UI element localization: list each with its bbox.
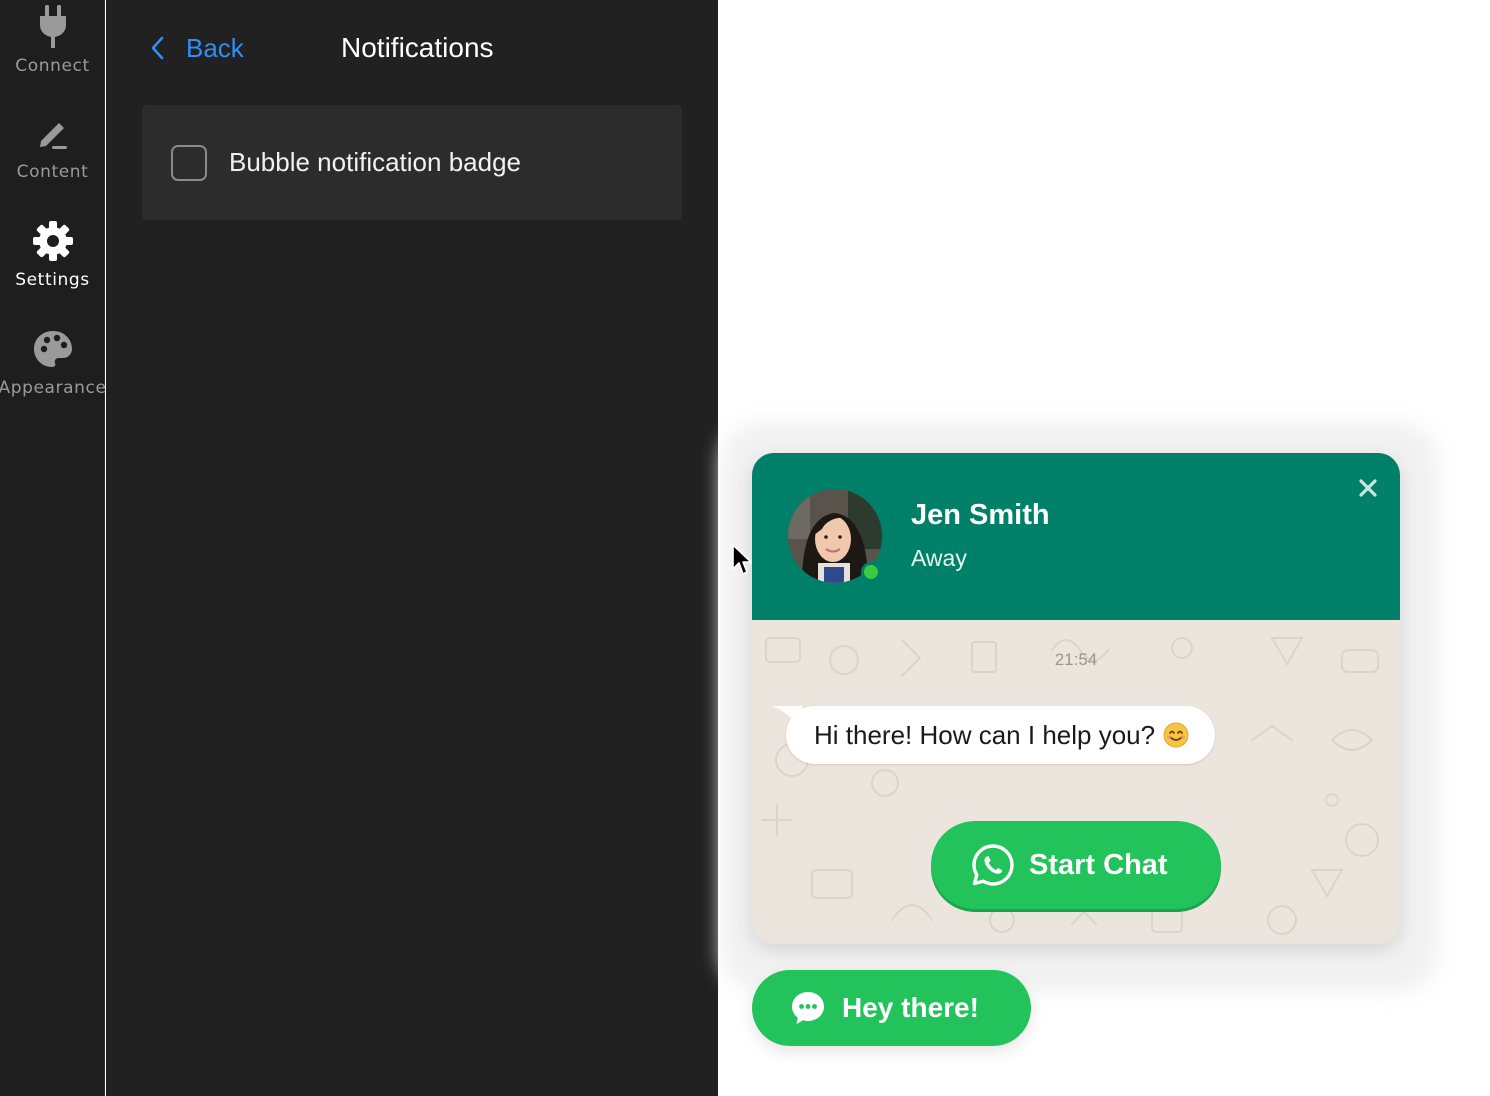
nav-item-appearance[interactable]: Appearance (0, 328, 107, 428)
back-button[interactable]: Back (150, 30, 244, 66)
close-icon (1359, 479, 1377, 497)
agent-status: Away (911, 545, 967, 571)
message-timestamp: 21:54 (1054, 650, 1098, 669)
chat-body: 21:54 Hi there! How can I help you? Star… (752, 620, 1400, 944)
pen-icon (32, 112, 74, 154)
close-button[interactable] (1355, 475, 1381, 501)
bubble-badge-checkbox[interactable] (171, 144, 207, 181)
start-chat-label: Start Chat (1029, 848, 1168, 881)
nav-item-settings[interactable]: Settings (0, 220, 105, 320)
smile-emoji-icon (1163, 722, 1189, 748)
settings-panel: Back Notifications Bubble notification b… (106, 0, 718, 1096)
nav-item-connect[interactable]: Connect (0, 5, 105, 106)
message-bubble: Hi there! How can I help you? (772, 706, 1216, 764)
mouse-cursor-icon (732, 544, 752, 575)
online-status-dot (861, 562, 881, 582)
message-text: Hi there! How can I help you? (814, 719, 1156, 750)
back-label: Back (186, 32, 244, 63)
nav-item-content[interactable]: Content (0, 112, 105, 212)
nav-item-label: Connect (15, 56, 90, 76)
page-title: Notifications (341, 32, 494, 63)
chevron-left-icon (150, 35, 168, 61)
chat-bubble-label: Hey there! (842, 992, 979, 1023)
bubble-tail (772, 706, 802, 730)
plug-icon (32, 5, 74, 48)
chat-bubble-icon (792, 992, 824, 1024)
nav-rail: Connect Content Settings Appearance (0, 0, 107, 1096)
nav-item-label: Content (16, 162, 89, 182)
palette-icon (32, 328, 74, 370)
start-chat-button[interactable]: Start Chat (931, 821, 1221, 909)
bubble-badge-label: Bubble notification badge (229, 147, 522, 177)
nav-item-label: Settings (15, 270, 90, 290)
bubble-badge-option[interactable]: Bubble notification badge (142, 105, 682, 220)
gear-icon (32, 220, 74, 262)
nav-item-label: Appearance (0, 378, 107, 398)
whatsapp-icon (972, 844, 1014, 886)
widget-header: Jen Smith Away (752, 453, 1400, 620)
chat-bubble-button[interactable]: Hey there! (752, 970, 1031, 1046)
agent-name: Jen Smith (911, 499, 1050, 531)
chat-widget: Jen Smith Away 21:54 Hi there! How can I… (752, 453, 1400, 944)
